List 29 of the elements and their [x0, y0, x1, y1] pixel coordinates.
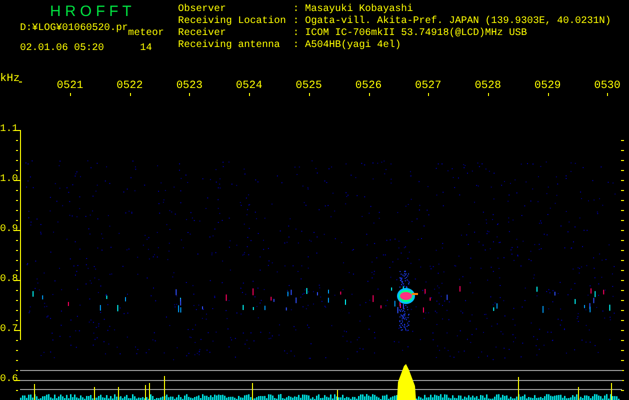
meteor-count: 14 — [140, 42, 152, 55]
info-separator: : — [293, 28, 300, 40]
mode-label: meteor — [128, 27, 164, 40]
time-tick-label: 0525 — [294, 80, 323, 92]
frequency-unit: kHz — [0, 73, 20, 85]
file-path: D:¥LOG¥01060520.pr — [20, 22, 128, 35]
time-tick-label: 0524 — [234, 80, 264, 92]
info-separator: : — [293, 4, 300, 16]
info-label: Receiving Location — [178, 16, 288, 28]
app-title: H R O F F T — [49, 4, 132, 20]
info-value: Ogata-vill. Akita-Pref. JAPAN (139.9303E, 40.0231N) — [305, 16, 612, 28]
date-time: 02.01.06 05:20 — [20, 42, 106, 55]
time-tick-label: 0521 — [56, 80, 84, 92]
info-label: Receiving antenna — [178, 40, 282, 52]
info-label: Receiver — [178, 28, 228, 40]
time-tick-label: 0527 — [414, 80, 442, 92]
time-tick-label: 0530 — [593, 80, 622, 92]
info-value: A504HB(yagi 4el) — [305, 40, 402, 52]
info-value: ICOM IC-706mkII 53.74918(@LCD)MHz USB — [305, 28, 528, 40]
info-label: Observer — [178, 4, 228, 16]
info-separator: : — [293, 16, 300, 28]
time-tick-label: 0526 — [354, 80, 383, 92]
time-tick-label: 0528 — [474, 80, 502, 92]
time-tick-label: 0529 — [533, 80, 562, 92]
time-tick-label: 0522 — [115, 80, 144, 92]
frequency-tick-label: 0.7 — [0, 324, 18, 336]
info-separator: : — [293, 40, 300, 52]
time-tick-label: 0523 — [175, 80, 204, 92]
info-value: Masayuki Kobayashi — [305, 4, 414, 16]
